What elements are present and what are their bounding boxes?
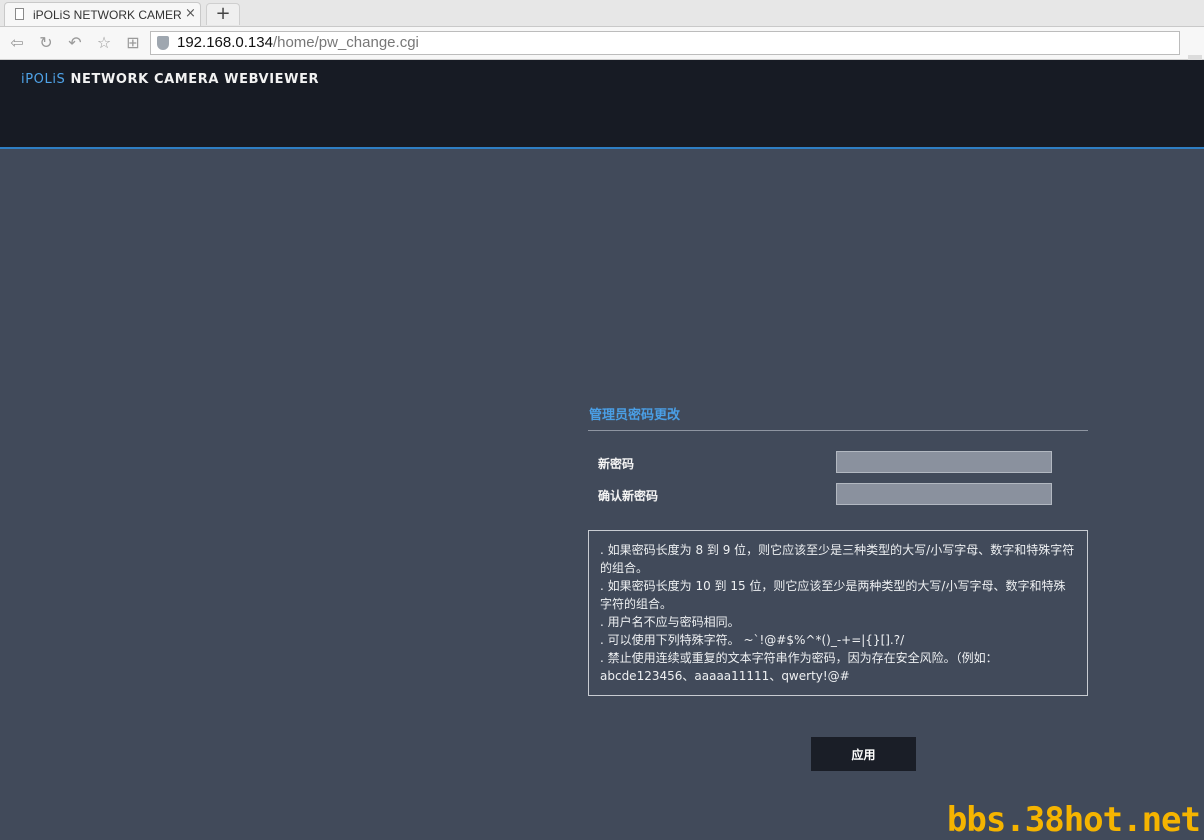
brand-title-text: NETWORK CAMERA WEBVIEWER [65,72,320,87]
history-icon[interactable]: ↶ [65,33,85,53]
site-shield-icon [157,36,169,50]
tab-title: iPOLiS NETWORK CAMER [33,8,181,22]
apps-grid-icon[interactable]: ⊞ [123,33,143,53]
password-rules-box: . 如果密码长度为 8 到 9 位，则它应该至少是三种类型的大写/小写字母、数字… [588,530,1088,696]
reload-icon[interactable]: ↻ [36,33,56,53]
password-rule: . 用户名不应与密码相同。 [600,615,740,629]
browser-tab[interactable]: iPOLiS NETWORK CAMER × [4,2,201,26]
password-rule: . 如果密码长度为 8 到 9 位，则它应该至少是三种类型的大写/小写字母、数字… [600,543,1075,575]
password-rule: . 可以使用下列特殊字符。 ~`!@#$%^*()_-+=|{}[].?/ [600,633,905,647]
password-rule: . 如果密码长度为 10 到 15 位，则它应该至少是两种类型的大写/小写字母、… [600,579,1066,611]
watermark: bbs.38hot.net [946,800,1201,840]
password-rule: . 禁止使用连续或重复的文本字符串作为密码，因为存在安全风险。（例如：abcde… [600,651,998,683]
page-title: 管理员密码更改 [589,408,681,423]
new-password-label: 新密码 [598,457,635,471]
brand-accent-text: iPOLiS [21,72,66,87]
apply-button[interactable]: 应用 [811,737,916,771]
new-tab-button[interactable]: + [206,3,240,25]
bookmark-star-icon[interactable]: ☆ [94,33,114,53]
back-icon[interactable]: ⇦ [7,33,27,53]
address-bar[interactable]: 192.168.0.134/home/pw_change.cgi [150,31,1180,55]
confirm-password-input[interactable] [836,483,1052,505]
confirm-password-label: 确认新密码 [598,489,659,503]
title-divider [588,430,1088,431]
app-header: iPOLiS NETWORK CAMERA WEBVIEWER [0,60,1204,149]
document-icon [15,8,24,20]
url-text[interactable]: 192.168.0.134/home/pw_change.cgi [177,33,419,53]
browser-toolbar: ⇦ ↻ ↶ ☆ ⊞ 192.168.0.134/home/pw_change.c… [0,26,1204,85]
new-password-input[interactable] [836,451,1052,473]
brand-logo: iPOLiS NETWORK CAMERA WEBVIEWER [21,72,319,87]
browser-tab-bar: iPOLiS NETWORK CAMER × + [0,0,1204,26]
tab-close-icon[interactable]: × [185,7,196,21]
